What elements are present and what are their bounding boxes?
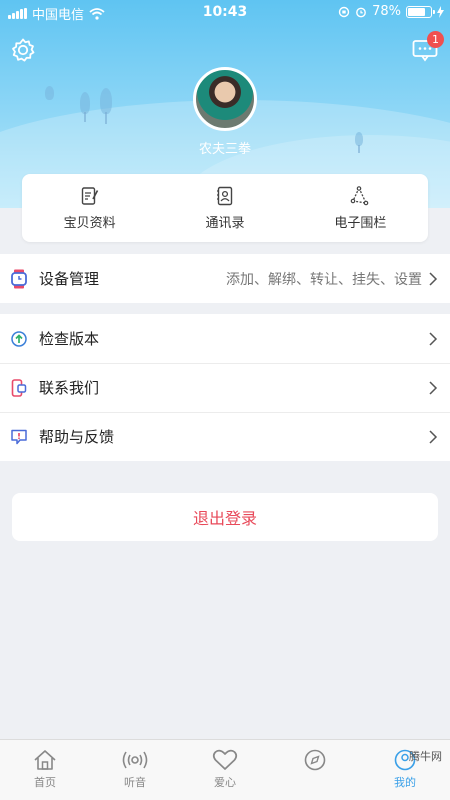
tab-label: 我的 [394,776,416,789]
menu-item-label: 联系我们 [39,379,100,397]
tab-home[interactable]: 首页 [0,740,90,800]
device-section: 设备管理 添加、解绑、转让、挂失、设置 [0,254,450,303]
menu-item-label: 帮助与反馈 [39,428,115,446]
menu-item-contact-us[interactable]: 联系我们 [0,363,450,412]
tab-love[interactable]: 爱心 [180,740,270,800]
contacts-icon [216,186,233,205]
background-tree-trunk [84,112,86,122]
tab-mine[interactable]: 我的 [360,740,450,800]
charging-icon [437,5,444,18]
tab-bar: 首页 听音 爱心 我的 [0,739,450,800]
device-management-label: 设备管理 [39,270,100,288]
avatar[interactable] [193,67,257,131]
menu-item-check-version[interactable]: 检查版本 [0,314,450,363]
background-tree [80,92,90,114]
upgrade-icon [11,330,27,347]
profile-icon [394,749,416,771]
menu-item-help-feedback[interactable]: 帮助与反馈 [0,412,450,461]
home-icon [34,750,56,770]
menu-item-label: 检查版本 [39,330,100,348]
device-management-detail: 添加、解绑、转让、挂失、设置 [226,271,422,288]
background-tree [45,86,54,100]
quick-action-label: 通讯录 [205,215,245,231]
heart-icon [212,749,238,770]
chevron-right-icon [429,429,438,444]
settings-gear-icon[interactable] [10,37,36,63]
user-nickname: 农夫三拳 [198,142,251,157]
chevron-right-icon [429,331,438,346]
logout-button[interactable]: 退出登录 [12,493,438,541]
tab-label: 首页 [34,776,56,789]
quick-action-label: 宝贝资料 [63,215,116,231]
status-bar: 中国电信 10:43 78% [0,0,450,24]
quick-action-baby-profile[interactable]: 宝贝资料 [22,174,157,242]
battery-percent: 78% [372,4,401,19]
tab-label: 听音 [124,776,146,789]
tab-discover[interactable] [270,740,360,800]
orientation-lock-icon [338,6,350,17]
profile-doc-icon [81,186,98,205]
feedback-icon [11,429,27,444]
alarm-icon [356,7,366,17]
device-management-row[interactable]: 设备管理 添加、解绑、转让、挂失、设置 [0,254,450,303]
quick-actions-card: 宝贝资料 通讯录 电子围栏 [22,174,428,242]
background-tree-trunk [105,112,107,124]
compass-icon [304,749,326,771]
chevron-right-icon [429,271,438,286]
chevron-right-icon [429,380,438,395]
quick-action-contacts[interactable]: 通讯录 [157,174,292,242]
tab-listen[interactable]: 听音 [90,740,180,800]
listen-icon [122,751,148,769]
geofence-icon [351,185,369,205]
battery-icon [406,5,435,18]
quick-action-geofence[interactable]: 电子围栏 [293,174,428,242]
background-tree [100,88,112,114]
quick-action-label: 电子围栏 [334,215,387,231]
tab-label: 爱心 [214,776,236,789]
watch-icon [11,269,27,288]
message-badge: 1 [427,31,444,48]
settings-menu: 检查版本 联系我们 帮助与反馈 [0,314,450,461]
phone-contact-icon [11,378,27,397]
